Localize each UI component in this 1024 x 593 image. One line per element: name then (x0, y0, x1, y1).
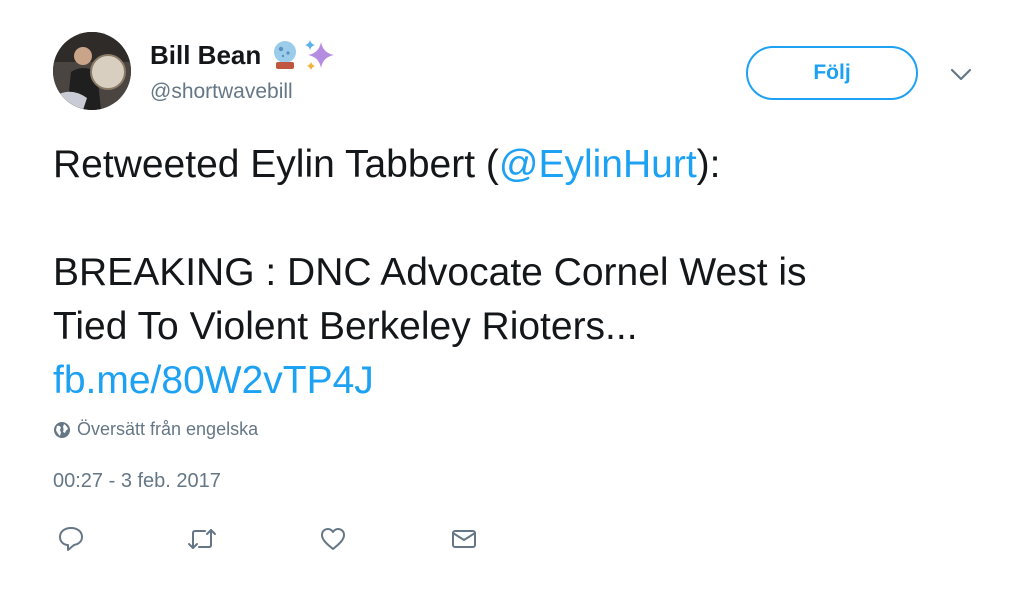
user-name[interactable]: Bill Bean (150, 40, 261, 71)
retweet-icon (188, 529, 216, 549)
avatar[interactable] (53, 32, 131, 110)
translate-label: Översätt från engelska (77, 419, 259, 439)
name-emojis (269, 38, 337, 72)
follow-button[interactable]: Följ (746, 46, 918, 100)
like-icon (321, 528, 345, 550)
globe-icon (54, 421, 70, 438)
retweet-prefix: Retweeted Eylin Tabbert ( (53, 143, 499, 186)
retweet-handle-link[interactable]: @EylinHurt (499, 143, 697, 186)
translate-link[interactable]: Översätt från engelska (53, 419, 258, 440)
direct-message-button[interactable] (446, 522, 482, 556)
retweet-suffix: ): (696, 143, 721, 186)
crystal-ball-icon (274, 41, 297, 69)
tweet-actions (53, 522, 577, 556)
tweet-timestamp[interactable]: 00:27 - 3 feb. 2017 (53, 470, 221, 493)
retweet-button[interactable] (184, 522, 220, 556)
user-name-row: Bill Bean (150, 38, 337, 72)
reply-button[interactable] (53, 522, 89, 556)
like-button[interactable] (315, 522, 351, 556)
reply-icon (59, 527, 83, 551)
retweet-line: Retweeted Eylin Tabbert (@EylinHurt): (53, 138, 993, 192)
tweet-text: Retweeted Eylin Tabbert (@EylinHurt): BR… (53, 138, 993, 408)
tweet-body-line2: Tied To Violent Berkeley Rioters... (53, 305, 638, 348)
tweet-body-line1: BREAKING : DNC Advocate Cornel West is (53, 251, 807, 294)
sparkles-icon (305, 40, 335, 70)
direct-message-icon (452, 530, 476, 548)
chevron-down-icon[interactable] (948, 64, 974, 84)
avatar-image (53, 32, 131, 110)
tweet-link[interactable]: fb.me/80W2vTP4J (53, 354, 993, 408)
user-handle[interactable]: @shortwavebill (150, 80, 293, 104)
